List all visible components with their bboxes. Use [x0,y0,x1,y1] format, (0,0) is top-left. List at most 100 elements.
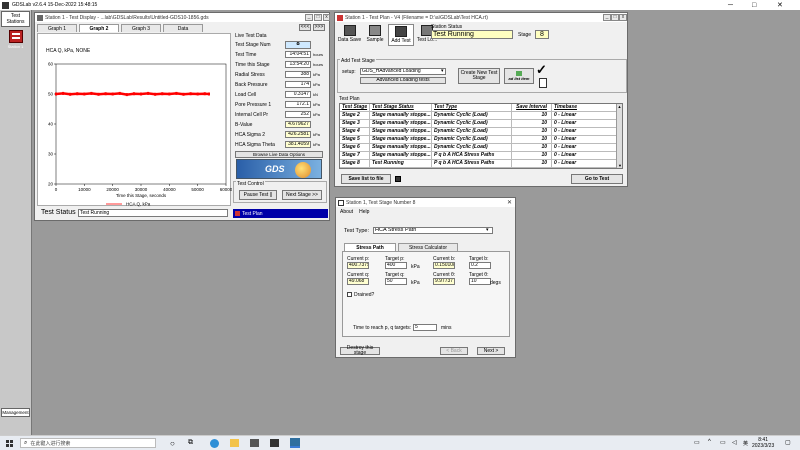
windows-start-icon[interactable] [6,440,13,447]
table-row[interactable]: Stage 3 Stage manually stoppe... Dynamic C… [340,120,622,128]
volume-icon[interactable]: ◁ [732,439,737,446]
sidebar-footer[interactable]: Management [1,408,30,417]
sidebar-header[interactable]: Test Stations [1,11,30,27]
nav-prev-button[interactable]: <<< [299,24,311,31]
destroy-stage-button[interactable]: Destroy this stage [340,346,380,356]
station-1-button[interactable]: Station 1 [6,30,26,49]
tab-data[interactable]: Data [163,24,203,32]
stress-field-value[interactable]: 0.2 [469,262,491,269]
tab-graph-3[interactable]: Graph 3 [121,24,161,32]
table-row[interactable]: Stage 6 Stage manually stoppe... Dynamic C… [340,144,622,152]
table-cell: 10 [512,160,552,167]
data-save-button[interactable]: Data Save [337,24,362,46]
y-tick-label: 50 [48,92,54,97]
back-button[interactable]: < Back [440,347,468,355]
next-button[interactable]: Next > [477,347,505,355]
tab-graph-1[interactable]: Graph 1 [37,24,77,32]
scroll-down-icon[interactable]: ▼ [618,163,622,168]
live-label: Load Cell [235,92,257,98]
display-titlebar: Station 1 - Test Display - ...lab\GDSLab… [35,13,330,22]
nav-next-button[interactable]: >>> [313,24,325,31]
chevron-down-icon[interactable]: ▾ [441,68,444,74]
dialog-close-icon[interactable]: ✕ [507,199,512,206]
chevron-up-icon[interactable]: ^ [708,439,711,445]
sample-button[interactable]: Sample [364,24,386,46]
data-save-label: Data Save [337,37,362,43]
live-data-header: Live Test Data [235,33,267,39]
task-view-icon[interactable]: ○ [170,439,175,448]
test-type-select[interactable]: HCA Stress Path [373,227,493,234]
chevron-down-icon[interactable]: ▾ [486,227,489,233]
table-cell: Stage manually stoppe... [372,128,432,135]
app-minimize-icon[interactable]: ─ [728,2,733,9]
menu-help[interactable]: Help [359,209,369,215]
save-list-button[interactable]: Save list to file [341,174,391,184]
display-close-icon[interactable]: x [323,14,330,21]
small-save-icon[interactable] [395,176,401,182]
table-row[interactable]: Stage 5 Stage manually stoppe... Dynamic C… [340,136,622,144]
store-icon[interactable] [250,439,259,447]
pause-test-button[interactable]: Pause Test || [239,190,277,200]
browse-live-data-button[interactable]: Browse Live Data Options [235,151,323,158]
taskbar-search[interactable]: ⌕ 在此键入进行搜索 [20,438,156,448]
menu-about[interactable]: About [340,209,353,215]
table-row[interactable]: Stage 8 Test Running P q b A HCA Stress Pa… [340,160,622,168]
go-to-test-button[interactable]: Go to Test [571,174,623,184]
tab-graph-2[interactable]: Graph 2 [79,24,119,32]
table-cell: Stage 4 [340,128,370,135]
station-status-field: Test Running [431,30,513,39]
edge-icon[interactable] [210,439,219,448]
table-cell: Stage 7 [340,152,370,159]
stress-field-value[interactable]: 400 [385,262,407,269]
test-plan-bar[interactable]: Test Plan [233,209,328,218]
tab-stress-calculator[interactable]: Stress Calculator [398,243,458,251]
column-header: Test Type [432,104,512,111]
ad-list-item-button[interactable]: ad list item [504,68,534,84]
setup-select[interactable]: GDS_HAdvanced Loading [360,68,446,75]
next-stage-button[interactable]: Next Stage >> [282,190,322,200]
app-close-icon[interactable]: ✕ [777,1,783,9]
sidebar: Test Stations Station 1 Management [0,10,32,435]
notification-icon[interactable]: ▢ [785,439,791,446]
create-new-stage-button[interactable]: Create New Test Stage [458,68,500,84]
plan-close-icon[interactable]: x [619,14,627,21]
dialog-titlebar: Station 1, Test Stage Number 8 ✕ [336,198,515,207]
table-cell: 10 [512,128,552,135]
grid-header-row: Test Stage Test Stage Status Test Type Save… [340,104,622,112]
table-row[interactable]: Stage 2 Stage manually stoppe... Dynamic C… [340,112,622,120]
plan-maximize-icon[interactable]: □ [611,14,619,21]
app-maximize-icon[interactable]: □ [752,2,756,9]
data-point [104,92,107,96]
sample-icon [369,25,381,36]
plan-minimize-icon[interactable]: _ [603,14,611,21]
explorer-icon[interactable] [230,439,239,447]
legend-label: HCA Q, kPa [126,202,151,207]
tray-icon[interactable]: ▭ [694,439,700,446]
add-test-button[interactable]: Add Test [388,24,414,46]
scroll-up-icon[interactable]: ▲ [617,104,622,109]
gdslab-task-icon[interactable] [290,438,300,448]
stress-field-value[interactable]: 50 [385,278,407,285]
live-value: 426.2581 [285,131,311,138]
search-icon: ⌕ [24,439,28,446]
stress-field-value[interactable]: 10 [469,278,491,285]
column-header: Timebase [552,104,618,111]
input-lang[interactable]: 英 [743,440,748,447]
time-field[interactable]: 5 [413,324,437,331]
gds-logo-text: GDS [265,164,285,174]
live-label: Radial Stress [235,72,265,78]
table-row[interactable]: Stage 7 Stage manually stoppe... P q b A H… [340,152,622,160]
clock[interactable]: 8:41 2023/3/23 [752,437,774,449]
task-view-icon-2[interactable]: ⧉ [188,439,193,447]
display-maximize-icon[interactable]: □ [314,14,322,21]
display-minimize-icon[interactable]: _ [305,14,313,21]
y-tick-label: 60 [48,62,54,67]
table-row[interactable]: Stage 4 Stage manually stoppe... Dynamic C… [340,128,622,136]
grid-scrollbar[interactable]: ▲ ▼ [616,104,622,168]
mail-icon[interactable] [270,439,279,447]
drained-checkbox[interactable] [347,292,352,297]
data-point [208,92,210,96]
tab-stress-path[interactable]: Stress Path [344,243,396,251]
network-icon[interactable]: ▭ [720,439,726,446]
data-point [161,92,164,96]
